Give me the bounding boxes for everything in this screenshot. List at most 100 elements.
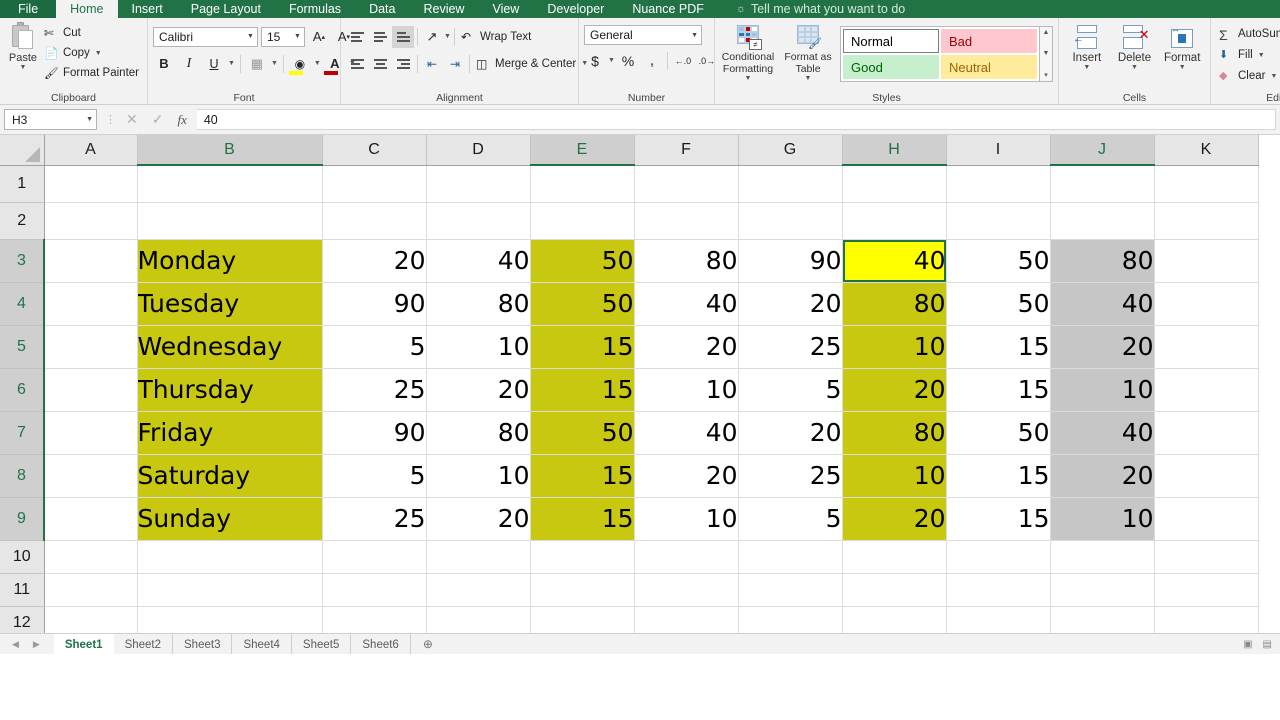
- row-header-11[interactable]: 11: [0, 573, 45, 607]
- clear-button[interactable]: ◆ Clear ▼: [1216, 66, 1280, 86]
- column-header-a[interactable]: A: [44, 135, 138, 166]
- row-header-3[interactable]: 3: [0, 239, 45, 283]
- select-all-corner[interactable]: [0, 135, 45, 166]
- sheet-tab-sheet1[interactable]: Sheet1: [53, 634, 114, 654]
- cut-button[interactable]: ✄ Cut: [41, 23, 142, 43]
- cell-E8[interactable]: 15: [530, 454, 635, 498]
- cell-G8[interactable]: 25: [738, 454, 843, 498]
- cell-I4[interactable]: 50: [946, 282, 1051, 326]
- cell-C4[interactable]: 90: [322, 282, 427, 326]
- column-header-h[interactable]: H: [842, 135, 947, 166]
- name-box[interactable]: H3 ▼: [4, 109, 97, 130]
- format-cells-button[interactable]: ↔ Format ▼: [1159, 24, 1205, 71]
- italic-button[interactable]: I: [178, 53, 200, 75]
- cell-G11[interactable]: [738, 573, 843, 607]
- cell-style-neutral[interactable]: Neutral: [941, 55, 1037, 79]
- chevron-down-icon[interactable]: ▼: [20, 64, 27, 71]
- column-header-c[interactable]: C: [322, 135, 427, 166]
- sheet-tab-sheet3[interactable]: Sheet3: [173, 634, 233, 654]
- cell-D5[interactable]: 10: [426, 325, 531, 369]
- column-header-f[interactable]: F: [634, 135, 739, 166]
- cell-B3[interactable]: Monday: [137, 239, 323, 283]
- chevron-down-icon[interactable]: ▼: [1083, 64, 1090, 71]
- chevron-down-icon[interactable]: ▼: [1270, 73, 1277, 80]
- cell-I2[interactable]: [946, 202, 1051, 240]
- cell-E10[interactable]: [530, 540, 635, 574]
- cell-G1[interactable]: [738, 165, 843, 203]
- chevron-down-icon[interactable]: ▼: [608, 57, 615, 64]
- ribbon-tab-nuance-pdf[interactable]: Nuance PDF: [618, 0, 718, 18]
- cancel-icon[interactable]: ✕: [126, 111, 138, 128]
- cell-A4[interactable]: [44, 282, 138, 326]
- cell-B9[interactable]: Sunday: [137, 497, 323, 541]
- chevron-down-icon[interactable]: ▼: [95, 50, 102, 57]
- cell-H1[interactable]: [842, 165, 947, 203]
- align-middle-button[interactable]: [369, 26, 391, 48]
- cell-J5[interactable]: 20: [1050, 325, 1155, 369]
- row-header-5[interactable]: 5: [0, 325, 45, 369]
- ribbon-tab-home[interactable]: Home: [56, 0, 118, 18]
- cell-C1[interactable]: [322, 165, 427, 203]
- column-header-g[interactable]: G: [738, 135, 843, 166]
- cell-styles-gallery[interactable]: Normal Bad Good Neutral: [840, 26, 1040, 82]
- row-header-7[interactable]: 7: [0, 411, 45, 455]
- cell-H9[interactable]: 20: [842, 497, 947, 541]
- currency-button[interactable]: $: [584, 50, 606, 72]
- cell-D7[interactable]: 80: [426, 411, 531, 455]
- align-top-button[interactable]: [346, 26, 368, 48]
- cell-E1[interactable]: [530, 165, 635, 203]
- row-header-8[interactable]: 8: [0, 454, 45, 498]
- align-bottom-button[interactable]: [392, 25, 414, 48]
- cell-E2[interactable]: [530, 202, 635, 240]
- number-format-select[interactable]: General ▼: [584, 25, 702, 45]
- chevron-down-icon[interactable]: ▼: [228, 60, 235, 67]
- format-as-table-button[interactable]: 🖌 Format as Table ▼: [782, 24, 834, 82]
- fx-icon[interactable]: fx: [177, 112, 186, 128]
- formula-input[interactable]: 40: [196, 109, 1276, 130]
- cell-D11[interactable]: [426, 573, 531, 607]
- cell-H3[interactable]: 40: [842, 239, 947, 283]
- chevron-down-icon[interactable]: ▼: [86, 116, 93, 123]
- cell-J2[interactable]: [1050, 202, 1155, 240]
- column-header-k[interactable]: K: [1154, 135, 1259, 166]
- chevron-down-icon[interactable]: ▼: [805, 75, 812, 82]
- chevron-down-icon[interactable]: ▼: [1179, 64, 1186, 71]
- cell-F8[interactable]: 20: [634, 454, 739, 498]
- cell-A2[interactable]: [44, 202, 138, 240]
- cell-K6[interactable]: [1154, 368, 1259, 412]
- autosum-button[interactable]: Σ AutoSum ▼: [1216, 24, 1280, 44]
- cell-G10[interactable]: [738, 540, 843, 574]
- cell-F7[interactable]: 40: [634, 411, 739, 455]
- cell-E7[interactable]: 50: [530, 411, 635, 455]
- increase-decimal-icon[interactable]: ←.0: [672, 50, 694, 72]
- cell-E5[interactable]: 15: [530, 325, 635, 369]
- cell-F9[interactable]: 10: [634, 497, 739, 541]
- row-header-4[interactable]: 4: [0, 282, 45, 326]
- align-left-button[interactable]: [346, 53, 368, 75]
- conditional-formatting-button[interactable]: ≠ Conditional Formatting ▼: [720, 24, 776, 82]
- copy-button[interactable]: 📄 Copy ▼: [41, 43, 142, 63]
- font-family-select[interactable]: Calibri ▼: [153, 26, 258, 47]
- first-sheet-icon[interactable]: ◀: [12, 639, 19, 650]
- cell-D8[interactable]: 10: [426, 454, 531, 498]
- cell-A6[interactable]: [44, 368, 138, 412]
- cell-C10[interactable]: [322, 540, 427, 574]
- sheet-tab-sheet5[interactable]: Sheet5: [292, 634, 352, 654]
- cell-K5[interactable]: [1154, 325, 1259, 369]
- cell-C2[interactable]: [322, 202, 427, 240]
- cell-J1[interactable]: [1050, 165, 1155, 203]
- cell-A5[interactable]: [44, 325, 138, 369]
- row-header-6[interactable]: 6: [0, 368, 45, 412]
- comma-button[interactable]: ,: [641, 50, 663, 72]
- cell-K3[interactable]: [1154, 239, 1259, 283]
- cell-A3[interactable]: [44, 239, 138, 283]
- cell-D2[interactable]: [426, 202, 531, 240]
- cell-G4[interactable]: 20: [738, 282, 843, 326]
- view-layout-icon[interactable]: ▤: [1263, 639, 1272, 650]
- cell-C6[interactable]: 25: [322, 368, 427, 412]
- cell-D10[interactable]: [426, 540, 531, 574]
- cell-E11[interactable]: [530, 573, 635, 607]
- cell-styles-scrollbar[interactable]: ▲ ▼ ▾: [1040, 26, 1053, 82]
- align-center-button[interactable]: [369, 53, 391, 75]
- cell-style-normal[interactable]: Normal: [843, 29, 939, 53]
